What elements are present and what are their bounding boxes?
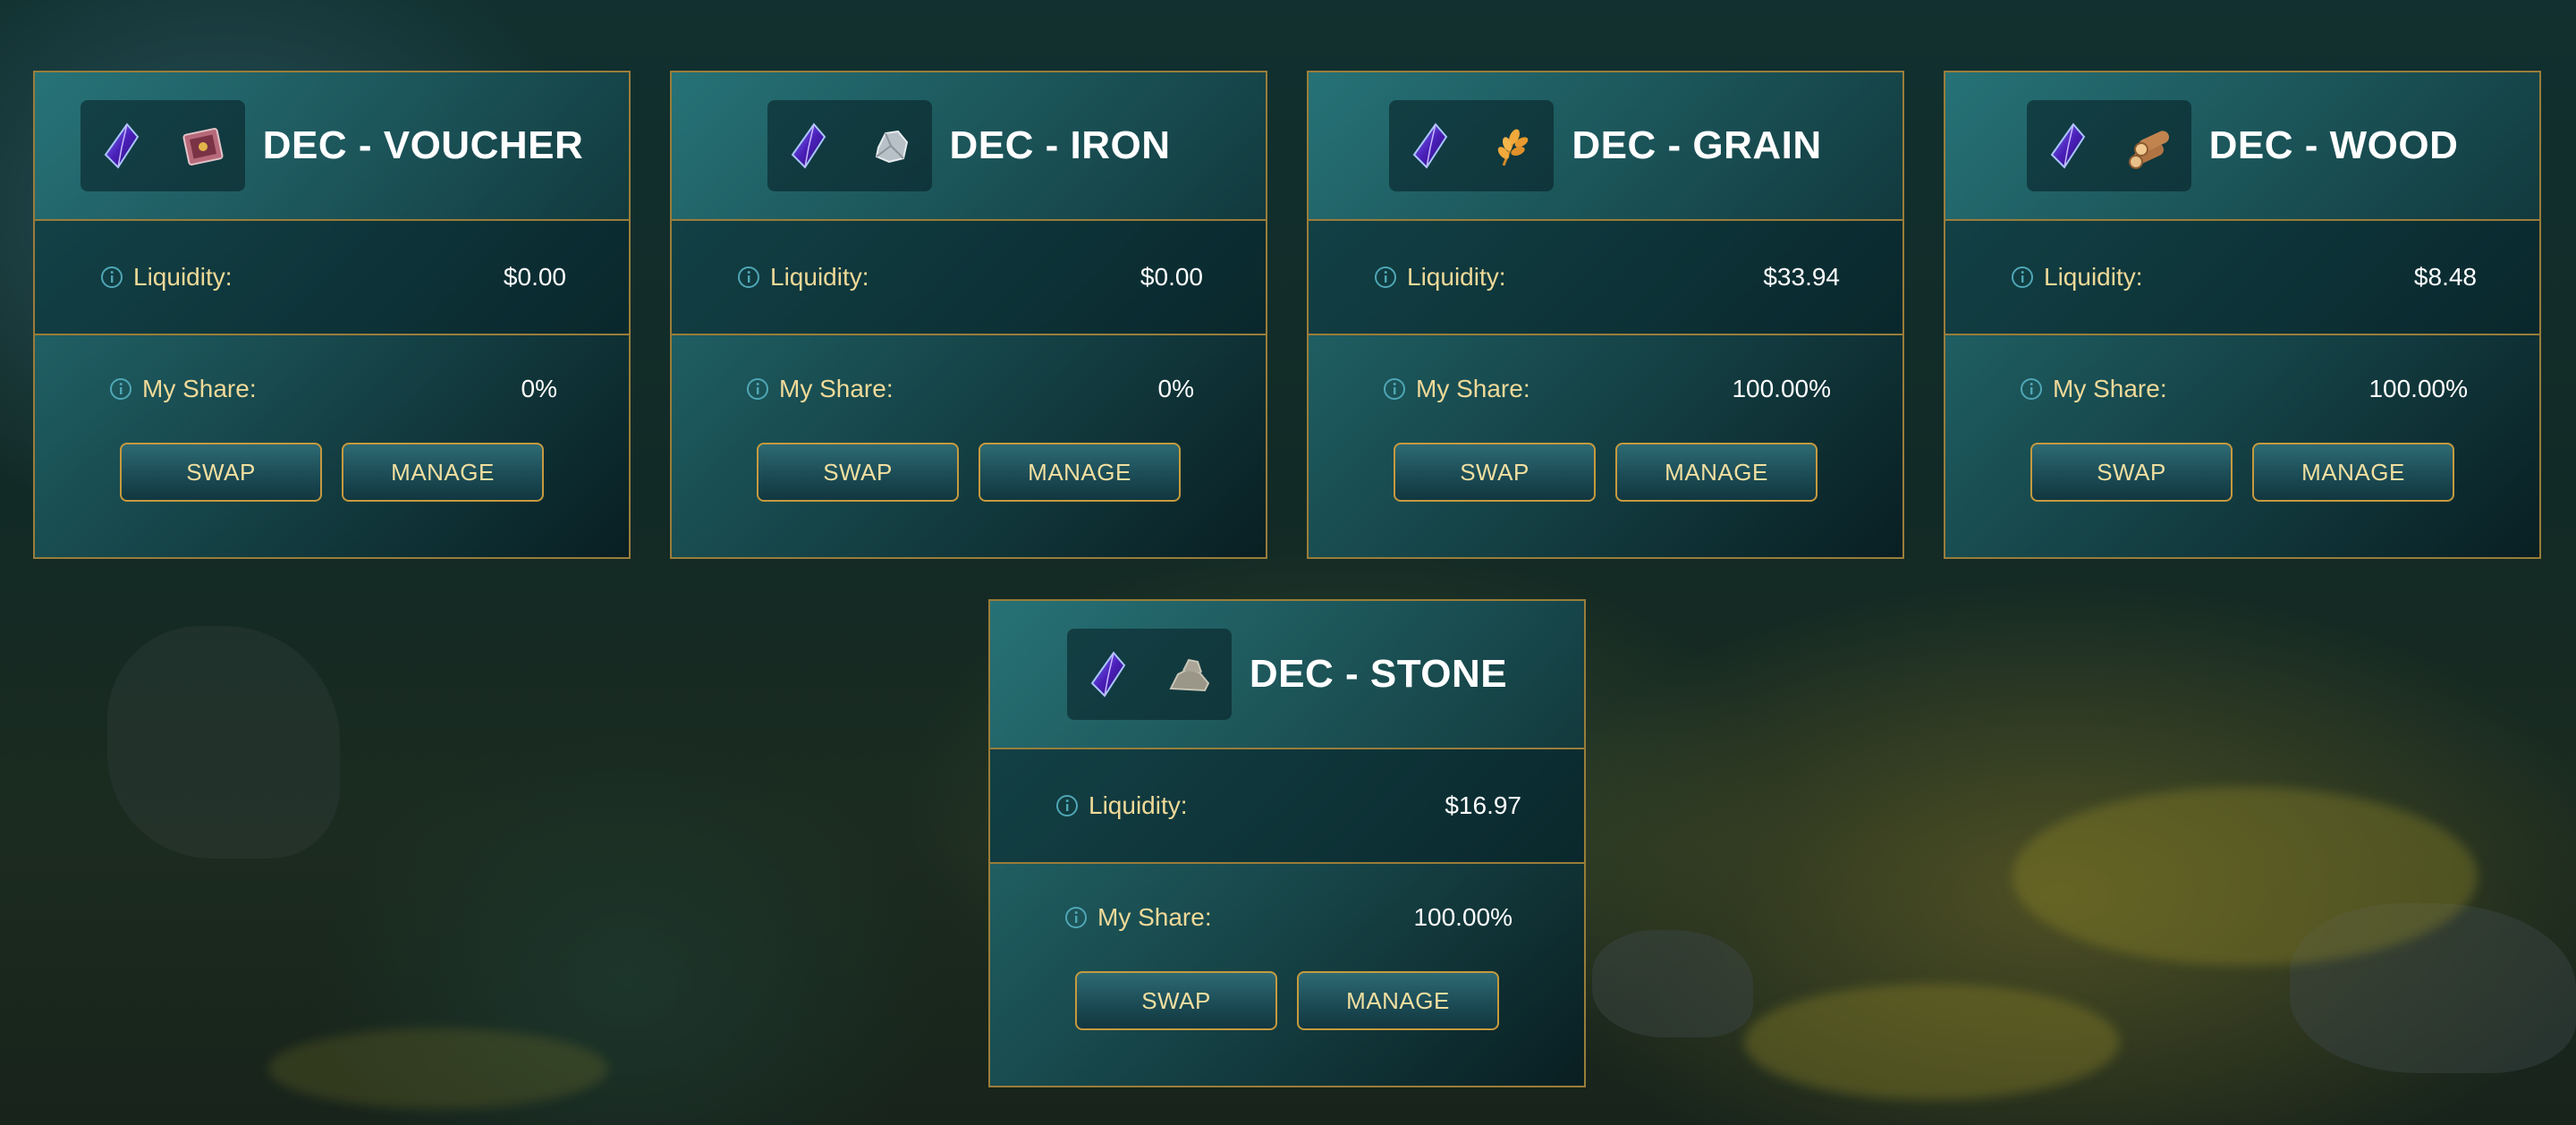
wood-icon <box>2128 131 2169 169</box>
liquidity-label: Liquidity: <box>2044 263 2143 291</box>
liquidity-row: Liquidity: $16.97 <box>990 749 1584 864</box>
dec-crystal-icon <box>2050 123 2085 169</box>
info-icon[interactable] <box>2019 376 2044 402</box>
share-row: My Share: 0% <box>672 335 1266 443</box>
voucher-icon <box>182 127 224 166</box>
background-moss <box>1744 984 2120 1100</box>
liquidity-label: Liquidity: <box>1407 263 1506 291</box>
share-value: 0% <box>1157 375 1194 402</box>
swap-button[interactable]: SWAP <box>1394 443 1596 502</box>
share-label: My Share: <box>1097 903 1212 931</box>
pool-card-header: DEC - STONE <box>990 601 1584 749</box>
share-value: 100.00% <box>1732 375 1831 402</box>
dec-crystal-icon <box>1413 123 1448 169</box>
manage-button[interactable]: MANAGE <box>979 443 1181 502</box>
background-moss <box>268 1028 608 1109</box>
info-icon[interactable] <box>1055 793 1080 818</box>
share-label: My Share: <box>142 375 257 402</box>
dec-crystal-icon <box>104 123 139 169</box>
info-icon[interactable] <box>736 265 761 290</box>
token-pair-icons <box>1389 100 1555 191</box>
stone-icon <box>1169 658 1210 692</box>
swap-button[interactable]: SWAP <box>1075 971 1277 1030</box>
dec-crystal-icon <box>791 123 826 169</box>
liquidity-row: Liquidity: $0.00 <box>35 221 629 335</box>
manage-button[interactable]: MANAGE <box>2252 443 2454 502</box>
token-pair-icons <box>767 100 932 191</box>
info-icon[interactable] <box>1063 905 1089 930</box>
share-row: My Share: 100.00% <box>1945 335 2539 443</box>
share-row: My Share: 100.00% <box>1309 335 1902 443</box>
swap-button[interactable]: SWAP <box>2030 443 2233 502</box>
info-icon[interactable] <box>745 376 770 402</box>
info-icon[interactable] <box>2010 265 2035 290</box>
liquidity-label: Liquidity: <box>1089 791 1188 819</box>
share-label: My Share: <box>779 375 894 402</box>
info-icon[interactable] <box>1382 376 1407 402</box>
share-value: 0% <box>521 375 557 402</box>
liquidity-label: Liquidity: <box>133 263 233 291</box>
info-icon[interactable] <box>99 265 124 290</box>
pool-card-header: DEC - GRAIN <box>1309 72 1902 221</box>
liquidity-value: $33.94 <box>1763 263 1840 291</box>
share-label: My Share: <box>1416 375 1530 402</box>
swap-button[interactable]: SWAP <box>120 443 322 502</box>
pool-card-header: DEC - WOOD <box>1945 72 2539 221</box>
background-rock <box>107 626 340 859</box>
share-value: 100.00% <box>2368 375 2468 402</box>
token-pair-icons <box>2026 100 2191 191</box>
swap-button[interactable]: SWAP <box>757 443 959 502</box>
iron-icon <box>875 130 908 164</box>
pool-title: DEC - VOUCHER <box>262 123 584 167</box>
liquidity-label: Liquidity: <box>770 263 869 291</box>
pool-title: DEC - STONE <box>1249 652 1508 696</box>
share-label: My Share: <box>2053 375 2167 402</box>
share-value: 100.00% <box>1413 903 1513 931</box>
pool-card-header: DEC - VOUCHER <box>35 72 629 221</box>
background-rock <box>1592 930 1753 1037</box>
liquidity-value: $0.00 <box>503 263 566 291</box>
dec-crystal-icon <box>1090 651 1126 698</box>
liquidity-row: Liquidity: $8.48 <box>1945 221 2539 335</box>
liquidity-value: $16.97 <box>1445 791 1521 819</box>
pool-card: DEC - GRAIN Liquidity: $33.94 My Share: … <box>1307 71 1904 559</box>
token-pair-icons <box>80 100 245 191</box>
info-icon[interactable] <box>108 376 133 402</box>
share-row: My Share: 0% <box>35 335 629 443</box>
liquidity-value: $8.48 <box>2413 263 2477 291</box>
manage-button[interactable]: MANAGE <box>1297 971 1499 1030</box>
pool-card: DEC - IRON Liquidity: $0.00 My Share: 0%… <box>670 71 1267 559</box>
pool-title: DEC - GRAIN <box>1572 123 1822 167</box>
pool-title: DEC - IRON <box>949 123 1171 167</box>
pool-title: DEC - WOOD <box>2208 123 2459 167</box>
pool-card: DEC - STONE Liquidity: $16.97 My Share: … <box>988 599 1586 1087</box>
pool-card: DEC - VOUCHER Liquidity: $0.00 My Share:… <box>33 71 631 559</box>
share-row: My Share: 100.00% <box>990 864 1584 971</box>
liquidity-row: Liquidity: $0.00 <box>672 221 1266 335</box>
liquidity-value: $0.00 <box>1140 263 1203 291</box>
manage-button[interactable]: MANAGE <box>342 443 544 502</box>
pool-card-header: DEC - IRON <box>672 72 1266 221</box>
token-pair-icons <box>1066 629 1232 720</box>
pool-card: DEC - WOOD Liquidity: $8.48 My Share: 10… <box>1944 71 2541 559</box>
grain-icon <box>1498 129 1529 166</box>
info-icon[interactable] <box>1373 265 1398 290</box>
background-moss <box>2012 787 2478 966</box>
liquidity-row: Liquidity: $33.94 <box>1309 221 1902 335</box>
manage-button[interactable]: MANAGE <box>1615 443 1818 502</box>
